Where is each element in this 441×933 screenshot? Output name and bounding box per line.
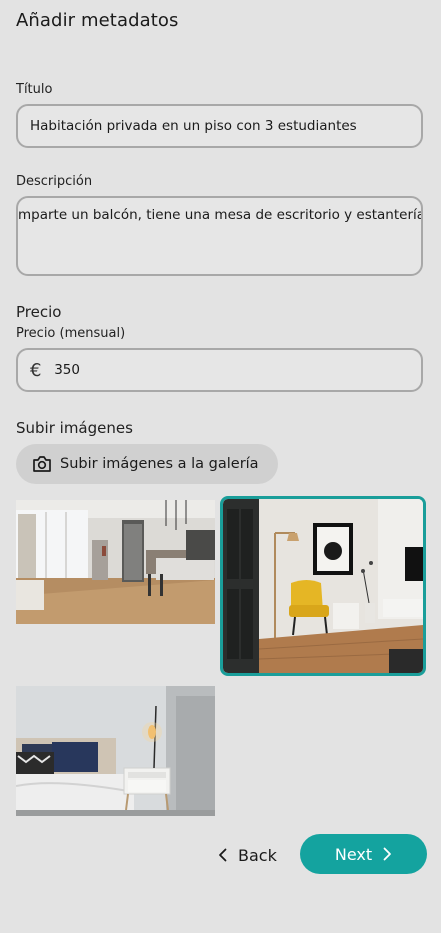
chevron-left-icon (219, 848, 227, 862)
gallery-image-living-room[interactable] (16, 500, 215, 624)
title-label: Título (16, 82, 53, 97)
title-field[interactable] (16, 104, 423, 148)
camera-icon (33, 456, 51, 472)
title-input[interactable] (18, 106, 421, 146)
description-label: Descripción (16, 174, 93, 189)
description-input[interactable]: mparte un balcón, tiene una mesa de escr… (18, 198, 421, 223)
chevron-right-icon (383, 847, 392, 861)
next-button[interactable]: Next (300, 834, 427, 874)
gallery-image-bedroom[interactable] (16, 686, 215, 816)
upload-images-button[interactable]: Subir imágenes a la galería (16, 444, 278, 484)
upload-images-label: Subir imágenes a la galería (60, 456, 259, 472)
price-label: Precio (mensual) (16, 326, 126, 341)
euro-icon: € (30, 359, 42, 381)
back-label: Back (238, 845, 277, 865)
back-button[interactable]: Back (218, 840, 277, 870)
price-input[interactable] (50, 350, 421, 390)
upload-section-heading: Subir imágenes (16, 419, 133, 437)
description-field[interactable]: mparte un balcón, tiene una mesa de escr… (16, 196, 423, 276)
page-title: Añadir metadatos (16, 10, 179, 31)
gallery-image-armchair-selected[interactable] (220, 496, 426, 676)
price-section-heading: Precio (16, 303, 62, 321)
next-label: Next (334, 844, 373, 864)
price-field[interactable]: € (16, 348, 423, 392)
